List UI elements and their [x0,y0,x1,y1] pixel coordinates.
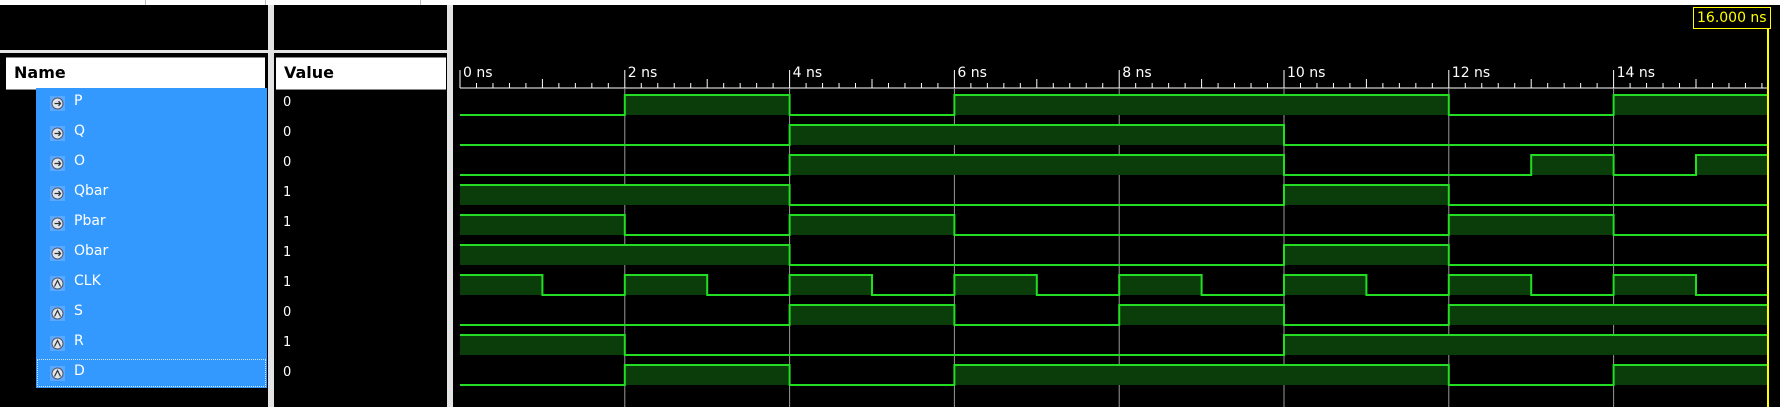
output-signal-icon [50,96,65,111]
wave-high-fill [954,275,1037,295]
signal-value-clk: 1 [283,275,292,290]
ruler-label: 4 ns [793,65,823,81]
wave-high-fill [1119,305,1284,325]
input-signal-icon [50,306,65,321]
signal-name: Pbar [74,213,106,229]
signal-name: Obar [74,243,109,259]
ruler-label: 14 ns [1617,65,1655,81]
wave-high-fill [1696,155,1768,175]
wave-high-fill [1531,155,1614,175]
output-signal-icon [50,186,65,201]
input-signal-icon [50,276,65,291]
name-column-header[interactable]: Name [6,57,265,90]
signal-row-d[interactable]: D [36,358,267,388]
wave-high-fill [624,365,790,385]
ruler-label: 0 ns [463,65,493,81]
signal-value-pbar: 1 [283,215,292,230]
wave-high-fill [1448,215,1614,235]
signal-name: D [74,363,85,379]
signal-value-s: 0 [283,305,292,320]
wave-high-fill [624,275,708,295]
signal-name: Qbar [74,183,109,199]
ruler-label: 2 ns [628,65,658,81]
ruler-label: 10 ns [1287,65,1325,81]
wave-high-fill [460,275,543,295]
waveform-canvas[interactable]: 0 ns 2 ns 4 ns 6 ns 8 ns 10 ns 12 ns 14 ns [453,5,1780,407]
wave-high-fill [1448,305,1768,325]
wave-high-fill [460,185,790,205]
value-column-header[interactable]: Value [276,57,446,90]
signal-name: P [74,93,83,109]
wave-high-fill [1119,275,1202,295]
wave-high-fill [954,95,1449,115]
signal-row-p[interactable]: P [36,88,267,118]
signal-row-clk[interactable]: CLK [36,268,267,298]
value-pane-splitter[interactable] [274,50,447,53]
input-signal-icon [50,366,65,381]
signal-name: CLK [74,273,101,289]
wave-high-fill [460,245,790,265]
output-signal-icon [50,246,65,261]
signal-value-qbar: 1 [283,185,292,200]
signal-row-qbar[interactable]: Qbar [36,178,267,208]
wave-high-fill [789,305,955,325]
output-signal-icon [50,156,65,171]
wave-high-fill [789,215,955,235]
signal-row-q[interactable]: Q [36,118,267,148]
signal-value-p: 0 [283,95,292,110]
name-pane-splitter[interactable] [0,50,268,53]
signal-name: O [74,153,86,169]
signal-value-r: 1 [283,335,292,350]
wave-high-fill [1284,245,1449,265]
signal-name: R [74,333,84,349]
time-cursor-label[interactable]: 16.000 ns [1693,7,1771,29]
wave-high-fill [1284,185,1449,205]
wave-high-fill [1613,275,1696,295]
wave-high-fill [1284,275,1367,295]
wave-high-fill [460,335,625,355]
output-signal-icon [50,126,65,141]
signal-row-obar[interactable]: Obar [36,238,267,268]
wave-high-fill [954,365,1449,385]
signal-value-d: 0 [283,365,292,380]
wave-high-fill [1613,95,1768,115]
wave-high-fill [1448,275,1532,295]
signal-row-pbar[interactable]: Pbar [36,208,267,238]
wave-high-fill [1613,365,1768,385]
signal-value-obar: 1 [283,245,292,260]
wave-high-fill [460,215,625,235]
signal-name: Q [74,123,86,139]
wave-high-fill [789,125,1284,145]
signal-row-r[interactable]: R [36,328,267,358]
wave-high-fill [624,95,790,115]
output-signal-icon [50,216,65,231]
input-signal-icon [50,336,65,351]
signal-row-s[interactable]: S [36,298,267,328]
signal-name: S [74,303,83,319]
ruler-label: 8 ns [1122,65,1152,81]
wave-high-fill [789,275,872,295]
ruler-label: 6 ns [957,65,987,81]
ruler-label: 12 ns [1452,65,1490,81]
signal-row-o[interactable]: O [36,148,267,178]
signal-value-q: 0 [283,125,292,140]
wave-high-fill [1284,335,1768,355]
wave-high-fill [789,155,1284,175]
signal-value-o: 0 [283,155,292,170]
